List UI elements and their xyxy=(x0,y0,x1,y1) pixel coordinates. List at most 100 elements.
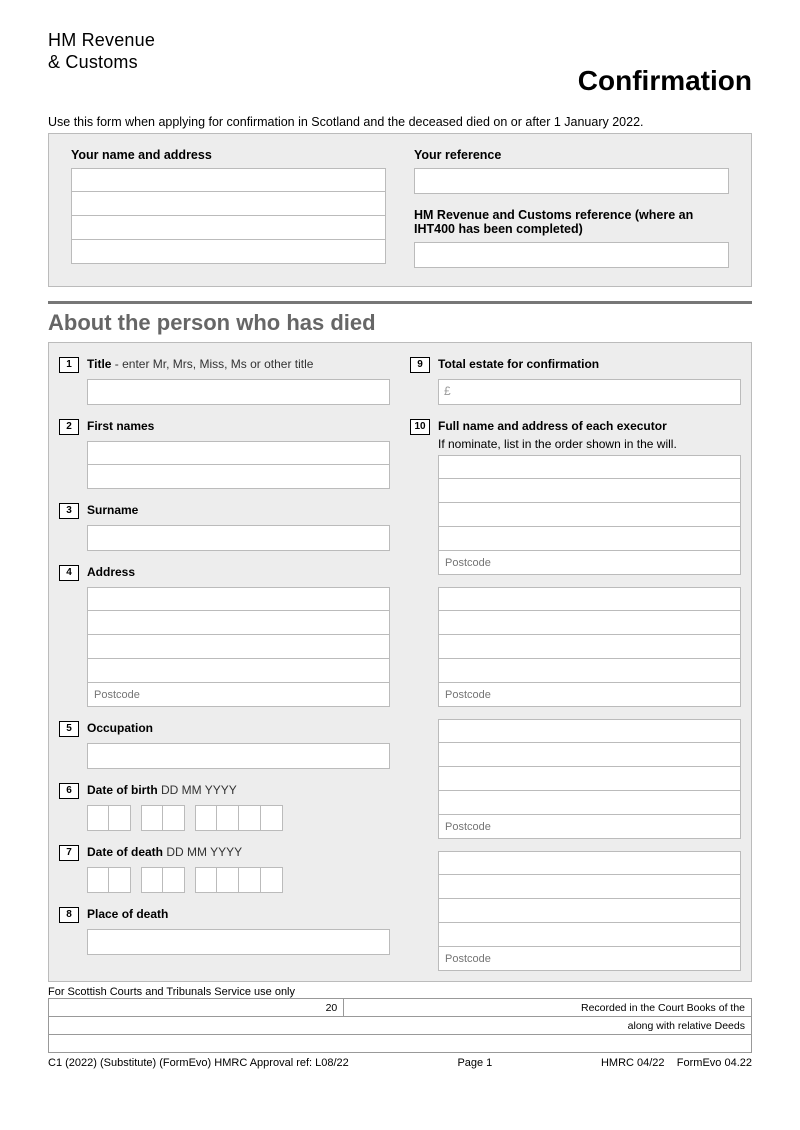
name-address-line-2[interactable] xyxy=(71,192,386,216)
first-names-line-1[interactable] xyxy=(87,441,390,465)
address-line-3[interactable] xyxy=(87,635,390,659)
exec3-line3[interactable] xyxy=(438,767,741,791)
name-address-label: Your name and address xyxy=(71,148,386,162)
q6-hint: DD MM YYYY xyxy=(158,783,237,797)
dob-d2[interactable] xyxy=(109,805,131,831)
exec2-line2[interactable] xyxy=(438,611,741,635)
executor-1 xyxy=(438,455,741,575)
q4-number: 4 xyxy=(59,565,79,581)
footer-hmrc: HMRC 04/22 xyxy=(601,1057,665,1069)
section-title: About the person who has died xyxy=(48,310,752,336)
exec3-line1[interactable] xyxy=(438,719,741,743)
intro-text: Use this form when applying for confirma… xyxy=(48,115,752,129)
executor-4 xyxy=(438,851,741,971)
footer-formevo: FormEvo 04.22 xyxy=(677,1057,752,1069)
exec1-line4[interactable] xyxy=(438,527,741,551)
page-footer: C1 (2022) (Substitute) (FormEvo) HMRC Ap… xyxy=(48,1057,752,1069)
dob-d1[interactable] xyxy=(87,805,109,831)
q5-label: Occupation xyxy=(87,721,153,737)
place-of-death-input[interactable] xyxy=(87,929,390,955)
surname-input[interactable] xyxy=(87,525,390,551)
exec2-postcode[interactable] xyxy=(438,683,741,707)
dod-y4[interactable] xyxy=(261,867,283,893)
dod-m2[interactable] xyxy=(163,867,185,893)
dob-y2[interactable] xyxy=(217,805,239,831)
exec2-line3[interactable] xyxy=(438,635,741,659)
exec3-line2[interactable] xyxy=(438,743,741,767)
name-address-field xyxy=(71,168,386,264)
q8-number: 8 xyxy=(59,907,79,923)
hmrc-ref-label: HM Revenue and Customs reference (where … xyxy=(414,208,729,236)
name-address-line-1[interactable] xyxy=(71,168,386,192)
q6-label: Date of birth xyxy=(87,783,158,797)
courts-label: For Scottish Courts and Tribunals Servic… xyxy=(48,986,752,998)
q2-label: First names xyxy=(87,419,154,435)
courts-recorded: Recorded in the Court Books of the xyxy=(344,999,752,1017)
section-divider xyxy=(48,301,752,304)
dod-y2[interactable] xyxy=(217,867,239,893)
dob-y4[interactable] xyxy=(261,805,283,831)
q6-number: 6 xyxy=(59,783,79,799)
courts-blank xyxy=(49,1035,752,1053)
exec4-line1[interactable] xyxy=(438,851,741,875)
exec4-line3[interactable] xyxy=(438,899,741,923)
dod-d2[interactable] xyxy=(109,867,131,893)
dod-y1[interactable] xyxy=(195,867,217,893)
q8-label: Place of death xyxy=(87,907,168,923)
applicant-box: Your name and address Your reference HM … xyxy=(48,133,752,287)
courts-table: 20 Recorded in the Court Books of the al… xyxy=(48,998,752,1053)
occupation-input[interactable] xyxy=(87,743,390,769)
footer-left: C1 (2022) (Substitute) (FormEvo) HMRC Ap… xyxy=(48,1057,349,1069)
exec4-postcode[interactable] xyxy=(438,947,741,971)
exec2-line4[interactable] xyxy=(438,659,741,683)
hmrc-ref-input[interactable] xyxy=(414,242,729,268)
reference-label: Your reference xyxy=(414,148,729,162)
dob-y3[interactable] xyxy=(239,805,261,831)
q10-hint: If nominate, list in the order shown in … xyxy=(438,437,741,451)
q4-label: Address xyxy=(87,565,135,581)
exec4-line2[interactable] xyxy=(438,875,741,899)
q1-number: 1 xyxy=(59,357,79,373)
q7-hint: DD MM YYYY xyxy=(163,845,242,859)
q1-label: Title xyxy=(87,357,111,371)
q9-label: Total estate for confirmation xyxy=(438,357,599,373)
dob-m2[interactable] xyxy=(163,805,185,831)
exec1-line3[interactable] xyxy=(438,503,741,527)
address-postcode[interactable] xyxy=(87,683,390,707)
address-line-2[interactable] xyxy=(87,611,390,635)
dod-input xyxy=(87,867,390,893)
dob-y1[interactable] xyxy=(195,805,217,831)
q10-label: Full name and address of each executor xyxy=(438,419,667,435)
page-title: Confirmation xyxy=(48,65,752,97)
exec2-line1[interactable] xyxy=(438,587,741,611)
q7-label: Date of death xyxy=(87,845,163,859)
dob-input xyxy=(87,805,390,831)
first-names-line-2[interactable] xyxy=(87,465,390,489)
q9-number: 9 xyxy=(410,357,430,373)
exec4-line4[interactable] xyxy=(438,923,741,947)
name-address-line-3[interactable] xyxy=(71,216,386,240)
exec1-line1[interactable] xyxy=(438,455,741,479)
reference-input[interactable] xyxy=(414,168,729,194)
logo-line1: HM Revenue xyxy=(48,30,155,50)
dod-y3[interactable] xyxy=(239,867,261,893)
exec3-line4[interactable] xyxy=(438,791,741,815)
exec1-postcode[interactable] xyxy=(438,551,741,575)
executor-2 xyxy=(438,587,741,707)
exec1-line2[interactable] xyxy=(438,479,741,503)
q1-hint: - enter Mr, Mrs, Miss, Ms or other title xyxy=(111,357,313,371)
q2-number: 2 xyxy=(59,419,79,435)
address-line-1[interactable] xyxy=(87,587,390,611)
address-line-4[interactable] xyxy=(87,659,390,683)
dod-m1[interactable] xyxy=(141,867,163,893)
form-body: 1 Title - enter Mr, Mrs, Miss, Ms or oth… xyxy=(48,342,752,982)
q10-number: 10 xyxy=(410,419,430,435)
q3-number: 3 xyxy=(59,503,79,519)
title-input[interactable] xyxy=(87,379,390,405)
q7-number: 7 xyxy=(59,845,79,861)
total-estate-input[interactable] xyxy=(438,379,741,405)
exec3-postcode[interactable] xyxy=(438,815,741,839)
name-address-line-4[interactable] xyxy=(71,240,386,264)
dob-m1[interactable] xyxy=(141,805,163,831)
dod-d1[interactable] xyxy=(87,867,109,893)
